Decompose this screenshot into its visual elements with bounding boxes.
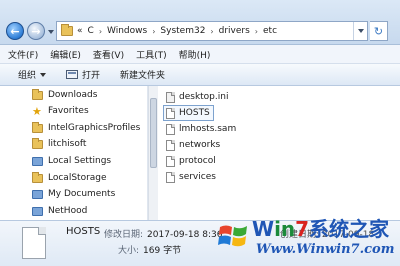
watermark-url: Www.Winwin7.com [256,242,395,257]
file-item-protocol[interactable]: protocol [166,153,216,169]
nav-item-label: NetHood [48,206,88,216]
file-icon [166,171,175,183]
menu-view[interactable]: 查看(V) [93,48,124,61]
nav-item-label: LocalStorage [48,173,107,183]
file-item-desktop-ini[interactable]: desktop.ini [166,89,228,105]
nav-item-label: IntelGraphicsProfiles [48,123,141,133]
file-name: protocol [179,156,216,166]
nav-item-label: litchisoft [48,139,87,149]
file-icon [166,155,175,167]
menu-edit[interactable]: 编辑(E) [50,48,81,61]
nav-item-nethood[interactable]: NetHood [32,203,87,219]
folder-shortcut-icon [32,156,43,166]
new-folder-button[interactable]: 新建文件夹 [120,68,165,81]
breadcrumb-item[interactable]: etc [263,26,277,36]
folder-shortcut-icon [32,189,43,199]
nav-item-label: Favorites [48,106,89,116]
breadcrumb-item[interactable]: drivers [219,26,250,36]
watermark-brand-in: in [274,217,296,241]
folder-icon [61,24,73,36]
navigation-pane: Downloads ★ Favorites IntelGraphicsProfi… [0,86,148,220]
file-name: HOSTS [179,108,210,118]
open-button[interactable]: 打开 [66,68,100,81]
file-item-lmhosts-sam[interactable]: lmhosts.sam [166,121,236,137]
file-icon [166,139,175,151]
file-name: desktop.ini [179,92,229,102]
menu-tools[interactable]: 工具(T) [136,48,167,61]
watermark-brand: Win7系统之家 [252,213,389,242]
breadcrumb-item[interactable]: System32 [160,26,205,36]
back-arrow-icon: ← [10,24,20,38]
open-icon [66,70,79,79]
folder-shortcut-icon [32,206,43,216]
breadcrumb-item[interactable]: Windows [107,26,147,36]
navigation-scrollbar[interactable] [148,86,158,220]
breadcrumb-overflow[interactable]: « [77,26,83,36]
watermark: Win7系统之家 Www.Winwin7.com [212,210,400,266]
back-button[interactable]: ← [6,22,24,40]
breadcrumb-separator[interactable]: › [99,27,102,36]
refresh-button[interactable]: ↻ [370,21,388,41]
file-icon [166,107,175,119]
watermark-brand-w: W [252,217,275,241]
folder-icon [32,88,43,100]
refresh-icon: ↻ [373,24,384,38]
file-item-networks[interactable]: networks [166,137,220,153]
size-label: 大小: [118,246,140,256]
nav-item-label: Local Settings [48,156,112,166]
watermark-brand-cn: 系统之家 [309,217,390,241]
file-item-hosts[interactable]: HOSTS [163,105,214,121]
folder-icon [32,171,43,183]
organize-label: 组织 [18,71,37,81]
file-name: lmhosts.sam [179,124,237,134]
recent-pages-dropdown[interactable] [48,30,54,34]
menu-help[interactable]: 帮助(H) [179,48,211,61]
forward-arrow-icon: → [31,24,41,38]
file-list: desktop.ini HOSTS lmhosts.sam networks p… [160,86,400,220]
menu-file[interactable]: 文件(F) [8,48,38,61]
nav-item-intelgraphicsprofiles[interactable]: IntelGraphicsProfiles [32,120,140,136]
nav-item-favorites[interactable]: ★ Favorites [32,103,89,119]
nav-item-local-settings[interactable]: Local Settings [32,153,111,169]
new-folder-label: 新建文件夹 [120,71,166,81]
breadcrumb-item[interactable]: C [88,26,94,36]
details-file-name: HOSTS [66,226,101,237]
nav-item-my-documents[interactable]: My Documents [32,186,115,202]
breadcrumb: « C › Windows › System32 › drivers › etc [77,26,277,36]
forward-button[interactable]: → [27,22,45,40]
chevron-down-icon [40,72,47,77]
nav-item-litchisoft[interactable]: litchisoft [32,136,86,152]
file-name: services [179,172,216,182]
breadcrumb-separator[interactable]: › [210,27,213,36]
file-icon [166,123,175,135]
address-field[interactable]: « C › Windows › System32 › drivers › etc [56,21,368,41]
address-bar-area: ← → « C › Windows › System32 › drivers ›… [0,0,400,45]
nav-item-label: My Documents [48,189,116,199]
nav-item-label: Downloads [48,90,98,100]
nav-item-localstorage[interactable]: LocalStorage [32,170,107,186]
details-modified: 修改日期: 2017-09-18 8:36 [104,227,222,240]
breadcrumb-separator[interactable]: › [152,27,155,36]
settings-file-icon [166,91,175,103]
organize-button[interactable]: 组织 [18,68,47,81]
watermark-brand-7: 7 [295,217,310,241]
details-size: 大小: 169 字节 [118,243,181,256]
modified-label: 修改日期: [104,230,144,240]
command-toolbar: 组织 打开 新建文件夹 [0,64,400,86]
scrollbar-thumb[interactable] [150,98,157,168]
nav-item-downloads[interactable]: Downloads [32,87,97,103]
star-icon: ★ [32,104,42,118]
folder-icon [32,137,43,149]
address-dropdown-button[interactable] [353,22,367,40]
windows-logo-icon [218,225,247,247]
menu-bar: 文件(F) 编辑(E) 查看(V) 工具(T) 帮助(H) [0,45,400,64]
file-item-services[interactable]: services [166,169,216,185]
folder-icon [32,121,43,133]
size-value: 169 字节 [143,246,182,256]
file-name: networks [179,140,221,150]
breadcrumb-separator[interactable]: › [255,27,258,36]
file-icon [22,227,46,259]
open-label: 打开 [82,71,101,81]
